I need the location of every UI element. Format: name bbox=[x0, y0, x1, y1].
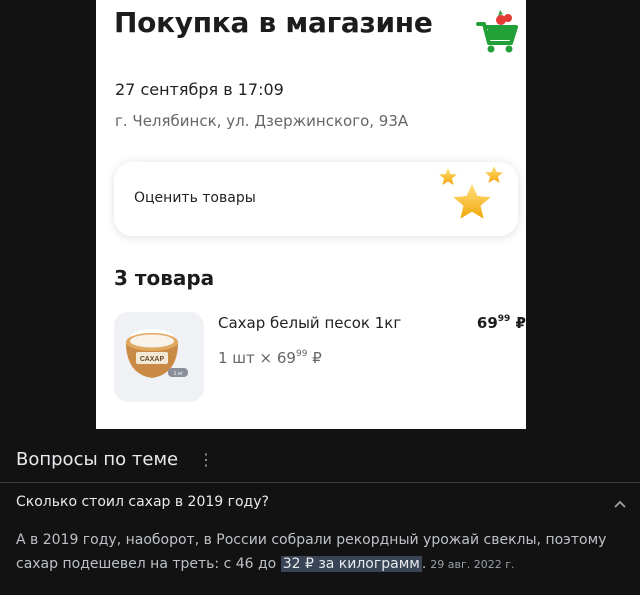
answer-text: А в 2019 году, наоборот, в России собрал… bbox=[16, 532, 607, 572]
product-image[interactable]: САХАР 1 кг bbox=[114, 312, 204, 402]
sugar-bowl-icon: САХАР 1 кг bbox=[126, 329, 188, 378]
question-text[interactable]: Сколько стоил сахар в 2019 году? bbox=[16, 494, 269, 510]
purchase-date: 27 сентября в 17:09 bbox=[115, 80, 284, 99]
more-options-icon[interactable]: ⋮ bbox=[198, 452, 214, 468]
rate-products-label: Оценить товары bbox=[134, 190, 256, 206]
items-count-heading: 3 товара bbox=[114, 266, 215, 290]
chevron-up-icon[interactable] bbox=[612, 496, 628, 512]
stars-icon bbox=[439, 166, 503, 219]
product-name: Сахар белый песок 1кг bbox=[218, 314, 402, 332]
answer-highlight: 32 ₽ за килограмм bbox=[280, 556, 422, 572]
store-address: г. Челябинск, ул. Дзержинского, 93А bbox=[115, 112, 409, 130]
product-total-price: 6999 ₽ bbox=[476, 314, 526, 332]
related-questions-heading: Вопросы по теме bbox=[16, 449, 179, 470]
receipt-card: Покупка в магазине 27 сентября в 17:09 г… bbox=[96, 0, 526, 429]
weight-badge: 1 кг bbox=[174, 371, 183, 377]
sugar-label-text: САХАР bbox=[140, 356, 165, 363]
page-title: Покупка в магазине bbox=[114, 6, 433, 39]
answer-date: 29 авг. 2022 г. bbox=[430, 558, 515, 571]
product-quantity-price: 1 шт × 6999 ₽ bbox=[218, 349, 322, 367]
rate-products-button[interactable]: Оценить товары bbox=[114, 162, 518, 236]
shopping-cart-icon bbox=[476, 10, 518, 53]
divider bbox=[0, 482, 640, 483]
